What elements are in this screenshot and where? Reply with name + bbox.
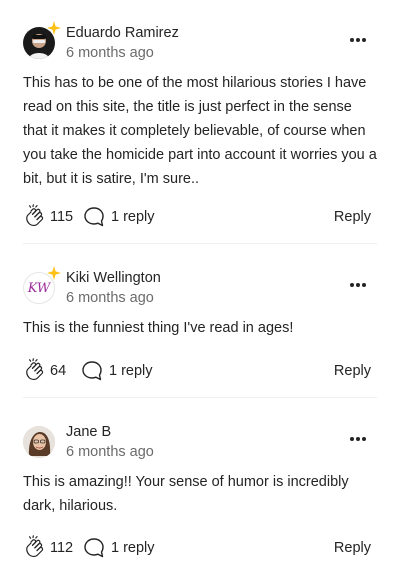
reply-count-link[interactable]: 1 reply — [109, 363, 153, 379]
timestamp: 6 months ago — [66, 290, 154, 306]
more-options-icon[interactable] — [350, 436, 368, 442]
divider — [23, 243, 377, 244]
clap-count: 115 — [50, 209, 74, 225]
reply-icon[interactable] — [81, 360, 103, 382]
star-icon — [47, 266, 61, 280]
author-name[interactable]: Eduardo Ramirez — [66, 25, 179, 41]
more-options-icon[interactable] — [350, 282, 368, 288]
clap-icon[interactable] — [23, 204, 47, 228]
comment-text: This is amazing!! Your sense of humor is… — [23, 474, 349, 514]
clap-icon[interactable] — [23, 535, 47, 559]
reply-button[interactable]: Reply — [334, 363, 371, 379]
author-name[interactable]: Jane B — [66, 424, 111, 440]
clap-icon[interactable] — [23, 358, 47, 382]
star-icon — [47, 21, 61, 35]
timestamp: 6 months ago — [66, 444, 154, 460]
timestamp: 6 months ago — [66, 45, 154, 61]
reply-button[interactable]: Reply — [334, 540, 371, 556]
avatar[interactable]: KW — [23, 266, 61, 304]
comment-text: This has to be one of the most hilarious… — [23, 75, 377, 187]
comment-text: This is the funniest thing I've read in … — [23, 320, 294, 336]
reply-icon[interactable] — [83, 537, 105, 559]
reply-icon[interactable] — [83, 206, 105, 228]
divider — [23, 397, 377, 398]
clap-count: 64 — [50, 363, 67, 379]
reply-button[interactable]: Reply — [334, 209, 371, 225]
avatar[interactable] — [23, 21, 61, 59]
avatar[interactable] — [23, 426, 55, 458]
more-options-icon[interactable] — [350, 37, 368, 43]
author-name[interactable]: Kiki Wellington — [66, 270, 161, 286]
reply-count-link[interactable]: 1 reply — [111, 540, 155, 556]
reply-count-link[interactable]: 1 reply — [111, 209, 155, 225]
clap-count: 112 — [50, 540, 74, 556]
